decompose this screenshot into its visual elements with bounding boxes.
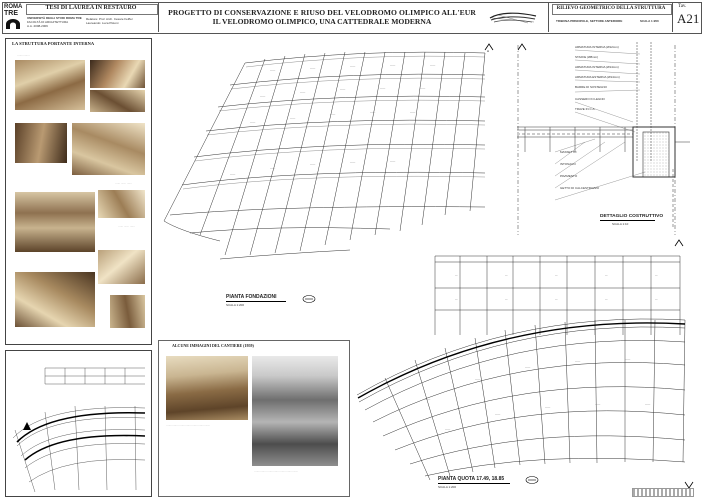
thesis-title: TESI DI LAUREA IN RESTAURO <box>45 5 137 11</box>
university-info: UNIVERSITÀ DEGLI STUDI ROMA TRE FACOLTÀ … <box>27 16 82 28</box>
level-plan-scale: SCALA 1:200 <box>438 485 457 489</box>
academic-year: A.A. 2008-2009 <box>27 24 48 28</box>
foundations-scale: SCALA 1:200 <box>226 303 245 307</box>
construction-title: ALCUNE IMMAGINI DEL CANTIERE (1959) <box>172 343 254 348</box>
svg-text:——: —— <box>310 163 316 166</box>
svg-text:—: — <box>455 274 458 277</box>
svg-text:——: —— <box>425 398 431 401</box>
svg-text:——: —— <box>430 64 436 67</box>
header-divider-3 <box>672 2 673 32</box>
survey-title: RILIEVO GEOMETRICO DELLA STRUTTURA <box>556 5 666 11</box>
construction-photo-2 <box>252 356 338 466</box>
velodrome-sketch-icon <box>489 12 537 24</box>
construction-caption-2: …………………………………………… <box>254 470 299 473</box>
svg-text:——: —— <box>390 160 396 163</box>
svg-text:——: —— <box>340 88 346 91</box>
photo-caption-2: …… …… …… <box>115 182 133 185</box>
structure-photo-1 <box>15 60 85 110</box>
svg-text:——: —— <box>330 113 336 116</box>
svg-text:—: — <box>605 274 608 277</box>
construction-photo-1 <box>166 356 248 420</box>
svg-text:——: —— <box>475 378 481 381</box>
tav-number: A21 <box>677 11 700 26</box>
svg-text:——: —— <box>380 87 386 90</box>
survey-subtitle: TRIBUNA PRINCIPALE, SETTORE ANTERIORE <box>556 19 623 23</box>
laureando: Laureando: Luca Pistoni <box>86 21 119 25</box>
svg-text:——: —— <box>270 167 276 170</box>
section-marker-icon <box>517 43 527 51</box>
university-logo: ROMA TRE <box>4 4 24 30</box>
svg-text:——: —— <box>230 173 236 176</box>
svg-text:——: —— <box>645 403 651 406</box>
svg-text:——: —— <box>260 95 266 98</box>
structure-photo-7 <box>15 192 95 252</box>
svg-text:—: — <box>555 298 558 301</box>
structure-photo-8 <box>98 250 145 284</box>
north-arrow-icon <box>525 476 539 484</box>
svg-text:——: —— <box>390 64 396 67</box>
svg-text:—: — <box>455 298 458 301</box>
svg-text:——: —— <box>370 111 376 114</box>
svg-text:——: —— <box>250 121 256 124</box>
svg-text:——: —— <box>625 358 631 361</box>
svg-text:——: —— <box>545 406 551 409</box>
svg-text:——: —— <box>300 91 306 94</box>
structure-photo-6 <box>98 190 145 218</box>
svg-text:—: — <box>605 298 608 301</box>
foundations-title: PIANTA FONDAZIONI <box>226 294 277 300</box>
header-divider-1 <box>158 2 159 32</box>
construction-caption-1: …………………………………………… <box>166 424 211 427</box>
svg-text:——: —— <box>495 413 501 416</box>
section-marker-icon <box>674 239 684 247</box>
survey-scale: SCALA 1:200 <box>640 19 659 23</box>
project-title: PROGETTO DI CONSERVAZIONE E RIUSO DEL VE… <box>168 8 476 17</box>
svg-text:—: — <box>655 298 658 301</box>
tav-label: Tav. <box>678 4 687 9</box>
level-plan-drawing: — — — — — — — — — — —————————— ———————— —— <box>356 255 686 481</box>
level-plan-title-underline <box>438 483 510 484</box>
structure-section-title: LA STRUTTURA PORTANTE INTERNA <box>12 41 95 46</box>
logo-arch-icon <box>6 19 20 29</box>
svg-text:——: —— <box>445 428 451 431</box>
svg-text:——: —— <box>410 111 416 114</box>
header-divider-2 <box>548 2 549 32</box>
authors-info: Relatore: Prof. Arch. Cesare Feiffer Lau… <box>86 17 156 25</box>
svg-text:—: — <box>505 274 508 277</box>
svg-text:——: —— <box>595 403 601 406</box>
svg-text:—: — <box>555 274 558 277</box>
structure-photo-9 <box>15 272 95 327</box>
svg-text:——: —— <box>350 65 356 68</box>
svg-text:—: — <box>505 298 508 301</box>
level-plan-title: PIANTA QUOTA 17.49, 18.85 <box>438 476 505 482</box>
svg-text:——: —— <box>290 117 296 120</box>
svg-text:——: —— <box>270 69 276 72</box>
north-arrow-icon <box>302 295 316 303</box>
svg-text:——: —— <box>525 366 531 369</box>
svg-text:——: —— <box>310 67 316 70</box>
structure-photo-4 <box>15 123 67 163</box>
svg-text:——: —— <box>420 87 426 90</box>
svg-text:—: — <box>655 274 658 277</box>
logo-line-2: TRE <box>4 10 18 17</box>
structure-photo-10 <box>110 295 145 328</box>
svg-text:——: —— <box>575 360 581 363</box>
key-plan-drawing <box>12 367 146 493</box>
section-lines <box>517 45 676 235</box>
footer-logo-strip <box>632 488 694 497</box>
photo-caption-3: …… …… …… <box>118 225 136 228</box>
svg-text:——: —— <box>350 161 356 164</box>
photo-caption-1: …………… <box>17 54 30 57</box>
north-arrow-icon <box>23 422 31 430</box>
structure-photo-3 <box>90 90 145 112</box>
foundations-title-underline <box>226 301 286 302</box>
structure-photo-2 <box>90 60 145 88</box>
project-subtitle: IL VELODROMO OLIMPICO, UNA CATTEDRALE MO… <box>212 17 432 26</box>
structure-photo-5 <box>72 123 145 175</box>
